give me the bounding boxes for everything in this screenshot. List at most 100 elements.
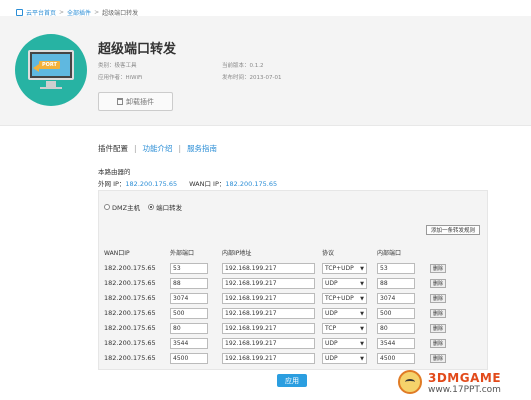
table-row: 182.200.175.65 80 192.168.199.217 TCP ▼ 8… [104,323,464,334]
apply-button[interactable]: 应用 [277,374,307,387]
delete-button[interactable]: 删除 [430,294,446,303]
column-header-int-port: 内部端口 [377,250,402,257]
radio-port-forward-label: 端口转发 [156,204,183,212]
column-header-protocol: 协议 [322,250,335,257]
watermark-brand: 3DMGAME [428,371,502,385]
wan-ip-label: WAN口 IP： [189,180,226,188]
protocol-value: UDP [325,310,338,317]
radio-dmz[interactable]: DMZ主机 [104,202,140,212]
port-tag: PORT [39,61,60,69]
add-rule-button[interactable]: 添加一条转发规则 [426,225,480,235]
tab-separator: | [178,144,182,153]
table-row: 182.200.175.65 53 192.168.199.217 TCP+UD… [104,263,464,274]
int-ip-input[interactable]: 192.168.199.217 [222,353,315,364]
int-ip-input[interactable]: 192.168.199.217 [222,323,315,334]
delete-button[interactable]: 删除 [430,324,446,333]
chevron-down-icon: ▼ [360,355,364,362]
delete-button[interactable]: 删除 [430,264,446,273]
external-ip-value: 182.200.175.65 [125,180,178,188]
int-ip-input[interactable]: 192.168.199.217 [222,308,315,319]
watermark-sub: www.17PPT.com [428,385,501,395]
int-port-input[interactable]: 53 [377,263,415,274]
wan-ip-cell: 182.200.175.65 [104,354,156,362]
int-ip-input[interactable]: 192.168.199.217 [222,263,315,274]
protocol-select[interactable]: UDP ▼ [322,353,367,364]
plugin-release-date: 发布时间：2013-07-01 [222,75,282,81]
trash-icon [117,98,123,105]
watermark: 3DMGAME www.17PPT.com [392,366,528,398]
protocol-value: TCP+UDP [325,265,354,272]
int-ip-input[interactable]: 192.168.199.217 [222,278,315,289]
protocol-select[interactable]: TCP ▼ [322,323,367,334]
delete-button[interactable]: 删除 [430,279,446,288]
protocol-select[interactable]: TCP+UDP ▼ [322,293,367,304]
wan-ip-value: 182.200.175.65 [225,180,278,188]
protocol-value: TCP+UDP [325,295,354,302]
tab-intro[interactable]: 功能介绍 [143,143,173,154]
int-ip-input[interactable]: 192.168.199.217 [222,338,315,349]
wan-ip-cell: 182.200.175.65 [104,339,156,347]
page-title: 超级端口转发 [98,42,177,57]
router-ip-row: 外网 IP：182.200.175.65 WAN口 IP：182.200.175… [98,178,277,188]
tab-separator: | [134,144,137,153]
table-row: 182.200.175.65 4500 192.168.199.217 UDP ▼… [104,353,464,364]
column-header-wan-ip: WAN口IP [104,250,130,257]
protocol-select[interactable]: UDP ▼ [322,308,367,319]
table-row: 182.200.175.65 88 192.168.199.217 UDP ▼ 8… [104,278,464,289]
ext-port-input[interactable]: 4500 [170,353,208,364]
uninstall-label: 卸载插件 [126,97,154,106]
wan-ip-cell: 182.200.175.65 [104,324,156,332]
chevron-down-icon: ▼ [360,280,364,287]
home-icon [16,8,23,16]
wan-ip-cell: 182.200.175.65 [104,279,156,287]
ext-port-input[interactable]: 53 [170,263,208,274]
ext-port-input[interactable]: 3544 [170,338,208,349]
protocol-value: TCP [325,325,337,332]
int-ip-input[interactable]: 192.168.199.217 [222,293,315,304]
external-ip-group: 外网 IP：182.200.175.65 [98,178,177,188]
int-port-input[interactable]: 3074 [377,293,415,304]
radio-dmz-dot [104,204,110,210]
delete-button[interactable]: 删除 [430,354,446,363]
breadcrumb-separator: > [59,8,65,16]
protocol-select[interactable]: UDP ▼ [322,338,367,349]
router-title: 本路由器的 [98,168,131,176]
breadcrumb-separator: > [94,8,100,16]
protocol-value: UDP [325,355,338,362]
chevron-down-icon: ▼ [360,325,364,332]
ext-port-input[interactable]: 80 [170,323,208,334]
protocol-value: UDP [325,280,338,287]
chevron-down-icon: ▼ [360,265,364,272]
ext-port-input[interactable]: 3074 [170,293,208,304]
int-port-input[interactable]: 80 [377,323,415,334]
delete-button[interactable]: 删除 [430,339,446,348]
uninstall-button[interactable]: 卸载插件 [98,92,173,111]
mode-selector: DMZ主机 端口转发 [104,202,182,212]
radio-dmz-label: DMZ主机 [112,204,141,212]
int-port-input[interactable]: 3544 [377,338,415,349]
ext-port-input[interactable]: 500 [170,308,208,319]
ext-port-input[interactable]: 88 [170,278,208,289]
table-row: 182.200.175.65 3074 192.168.199.217 TCP+… [104,293,464,304]
tab-config[interactable]: 插件配置 [98,143,128,154]
radio-port-forward-dot [148,204,155,210]
wan-ip-cell: 182.200.175.65 [104,264,156,272]
int-port-input[interactable]: 88 [377,278,415,289]
protocol-select[interactable]: UDP ▼ [322,278,367,289]
plugin-author: 应用作者：HiWiFi [98,75,143,81]
delete-button[interactable]: 删除 [430,309,446,318]
mascot-icon [398,370,422,394]
plugin-category: 类别：极客工具 [98,63,137,69]
chevron-down-icon: ▼ [360,295,364,302]
column-header-ext-port: 外部端口 [170,250,195,257]
plugin-version: 当前版本：0.1.2 [222,63,264,69]
radio-port-forward[interactable]: 端口转发 [148,202,182,212]
int-port-input[interactable]: 4500 [377,353,415,364]
tab-bar: 插件配置 | 功能介绍 | 服务指南 [98,143,217,154]
int-port-input[interactable]: 500 [377,308,415,319]
protocol-value: UDP [325,340,338,347]
tab-guide[interactable]: 服务指南 [187,143,217,154]
wan-ip-group: WAN口 IP：182.200.175.65 [189,178,277,188]
protocol-select[interactable]: TCP+UDP ▼ [322,263,367,274]
wan-ip-cell: 182.200.175.65 [104,309,156,317]
